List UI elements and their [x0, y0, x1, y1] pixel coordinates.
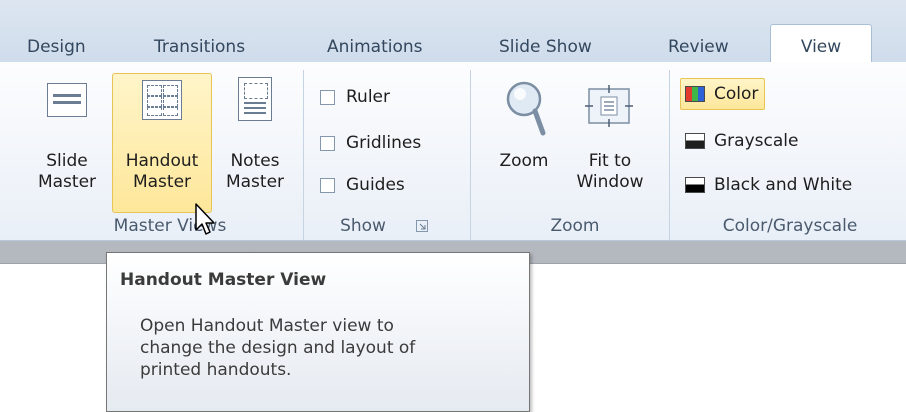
fit-to-label-2: Window [576, 172, 644, 192]
handout-master-label-2: Master [132, 172, 192, 192]
group-label-show: Show [340, 216, 386, 236]
guides-label: Guides [346, 175, 405, 195]
slide-master-icon [47, 83, 87, 117]
tooltip: Handout Master View Open Handout Master … [106, 252, 530, 412]
mouse-cursor-icon [195, 203, 215, 235]
color-label: Color [714, 84, 759, 104]
tab-design[interactable]: Design [27, 0, 86, 62]
checkbox-icon[interactable] [320, 135, 335, 151]
group-label-zoom: Zoom [550, 216, 600, 236]
handout-master-icon [142, 80, 182, 120]
slide-master-label-1: Slide [46, 151, 88, 171]
color-button[interactable]: Color [680, 78, 766, 110]
tab-review[interactable]: Review [668, 0, 729, 62]
gridlines-checkbox[interactable]: Gridlines [320, 128, 421, 158]
handout-master-label-1: Handout [125, 151, 199, 171]
grayscale-button[interactable]: Grayscale [685, 126, 798, 156]
black-and-white-button[interactable]: Black and White [685, 170, 852, 200]
group-divider [669, 70, 670, 240]
fit-to-window-button[interactable]: Fit to Window [564, 73, 656, 213]
gridlines-label: Gridlines [346, 133, 422, 153]
ribbon-tab-bar: Design Transitions Animations Slide Show… [0, 0, 906, 63]
checkbox-icon[interactable] [320, 89, 335, 105]
tooltip-body-line-2: change the design and layout of [140, 338, 416, 358]
grayscale-swatch-icon [685, 133, 705, 149]
fit-to-window-icon [585, 85, 633, 127]
tooltip-body-line-1: Open Handout Master view to [140, 316, 394, 336]
notes-master-button[interactable]: Notes Master [216, 73, 294, 213]
black-white-swatch-icon [685, 177, 705, 193]
slide-master-label-2: Master [37, 172, 97, 192]
grayscale-label: Grayscale [714, 131, 799, 151]
slide-master-button[interactable]: Slide Master [27, 73, 107, 213]
notes-master-icon [238, 77, 272, 121]
dialog-launcher-icon[interactable] [416, 220, 428, 232]
ruler-checkbox[interactable]: Ruler [320, 82, 390, 112]
notes-master-label-2: Master [225, 172, 285, 192]
ruler-label: Ruler [346, 87, 390, 107]
tooltip-title: Handout Master View [120, 270, 327, 290]
zoom-button[interactable]: Zoom [488, 73, 560, 213]
notes-master-label-1: Notes [230, 151, 280, 171]
group-label-master-views: Master Views [113, 216, 227, 236]
tooltip-body-line-3: printed handouts. [140, 360, 292, 380]
group-label-color-grayscale: Color/Grayscale [722, 216, 858, 236]
tab-view[interactable]: View [770, 24, 872, 63]
tab-animations[interactable]: Animations [327, 0, 423, 62]
guides-checkbox[interactable]: Guides [320, 170, 405, 200]
fit-to-label-1: Fit to [588, 151, 632, 171]
handout-master-button[interactable]: Handout Master [112, 73, 212, 213]
black-and-white-label: Black and White [714, 175, 853, 195]
group-divider [303, 70, 304, 240]
group-divider [470, 70, 471, 240]
tab-transitions[interactable]: Transitions [154, 0, 245, 62]
color-swatch-icon [685, 86, 705, 102]
checkbox-icon[interactable] [320, 177, 335, 193]
magnifier-icon [506, 81, 546, 136]
zoom-label: Zoom [499, 151, 549, 171]
tab-slide-show[interactable]: Slide Show [499, 0, 592, 62]
